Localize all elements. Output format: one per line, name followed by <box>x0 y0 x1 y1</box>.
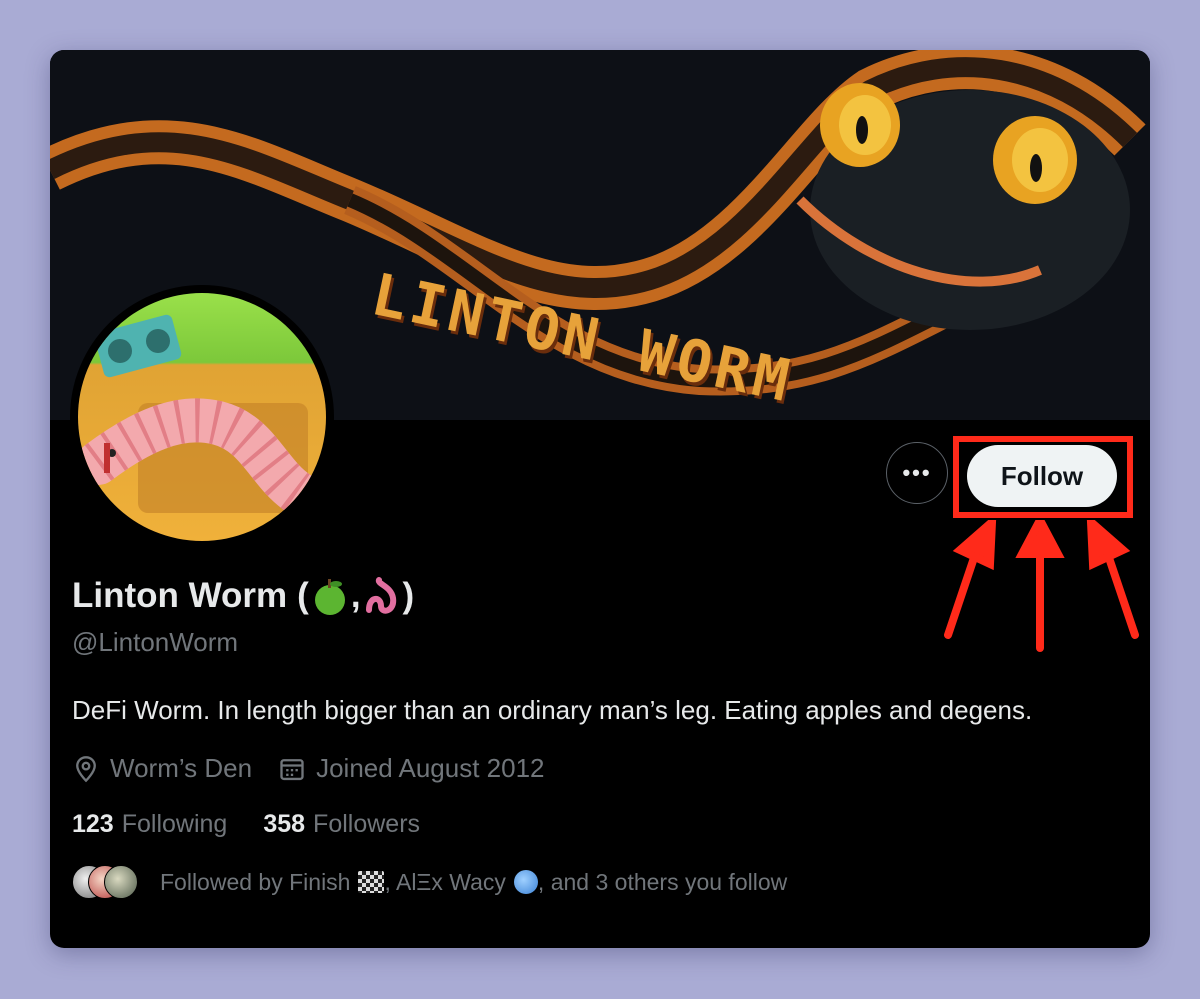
avatar-image <box>78 293 326 541</box>
profile-name-open: ( <box>297 576 309 615</box>
profile-name-close: ) <box>402 576 415 615</box>
more-options-button[interactable]: ••• <box>886 442 948 504</box>
profile-card: LINTON WORM ••• Follow Linton Worm (,)… <box>50 50 1150 948</box>
followed-by-avatars <box>72 865 142 899</box>
profile-bio: DeFi Worm. In length bigger than an ordi… <box>72 695 1033 725</box>
avatar[interactable] <box>70 285 334 549</box>
following-link[interactable]: 123 Following <box>72 810 227 839</box>
followers-count: 358 <box>263 810 306 838</box>
annotation-arrows <box>944 520 1139 652</box>
profile-name-sep: , <box>350 576 361 615</box>
followed-by-suffix: , and 3 others you follow <box>537 868 788 895</box>
followers-link[interactable]: 358 Followers <box>263 810 420 839</box>
more-icon: ••• <box>902 460 932 485</box>
followers-label: Followers <box>313 810 421 838</box>
following-label: Following <box>121 810 228 838</box>
profile-name-text: Linton Worm <box>72 576 288 615</box>
location-text: Worm’s Den <box>110 753 253 783</box>
following-count: 123 <box>72 810 114 838</box>
calendar-icon <box>280 758 304 780</box>
location-item: Worm’s Den <box>72 753 252 784</box>
globe-icon <box>513 870 538 894</box>
follow-counts: 123 Following 358 Followers <box>72 810 456 839</box>
worm-emoji-icon <box>365 576 399 616</box>
location-pin-icon <box>76 755 96 782</box>
mini-avatar <box>104 865 138 899</box>
profile-handle: @LintonWorm <box>72 627 239 657</box>
follow-button[interactable]: Follow <box>967 445 1117 507</box>
profile-name: Linton Worm ( , ) <box>72 576 414 616</box>
profile-meta: Worm’s Den Joined August 2012 <box>72 753 571 784</box>
joined-item: Joined August 2012 <box>278 753 545 784</box>
followed-by-prefix: Followed by Finish <box>160 868 351 895</box>
joined-text: Joined August 2012 <box>316 753 545 783</box>
followed-by[interactable]: Followed by Finish , AlΞx Wacy , and 3 o… <box>72 865 787 899</box>
apple-emoji-icon <box>313 576 347 616</box>
checkered-flag-icon <box>358 871 385 893</box>
followed-by-middle: , AlΞx Wacy <box>384 868 506 895</box>
